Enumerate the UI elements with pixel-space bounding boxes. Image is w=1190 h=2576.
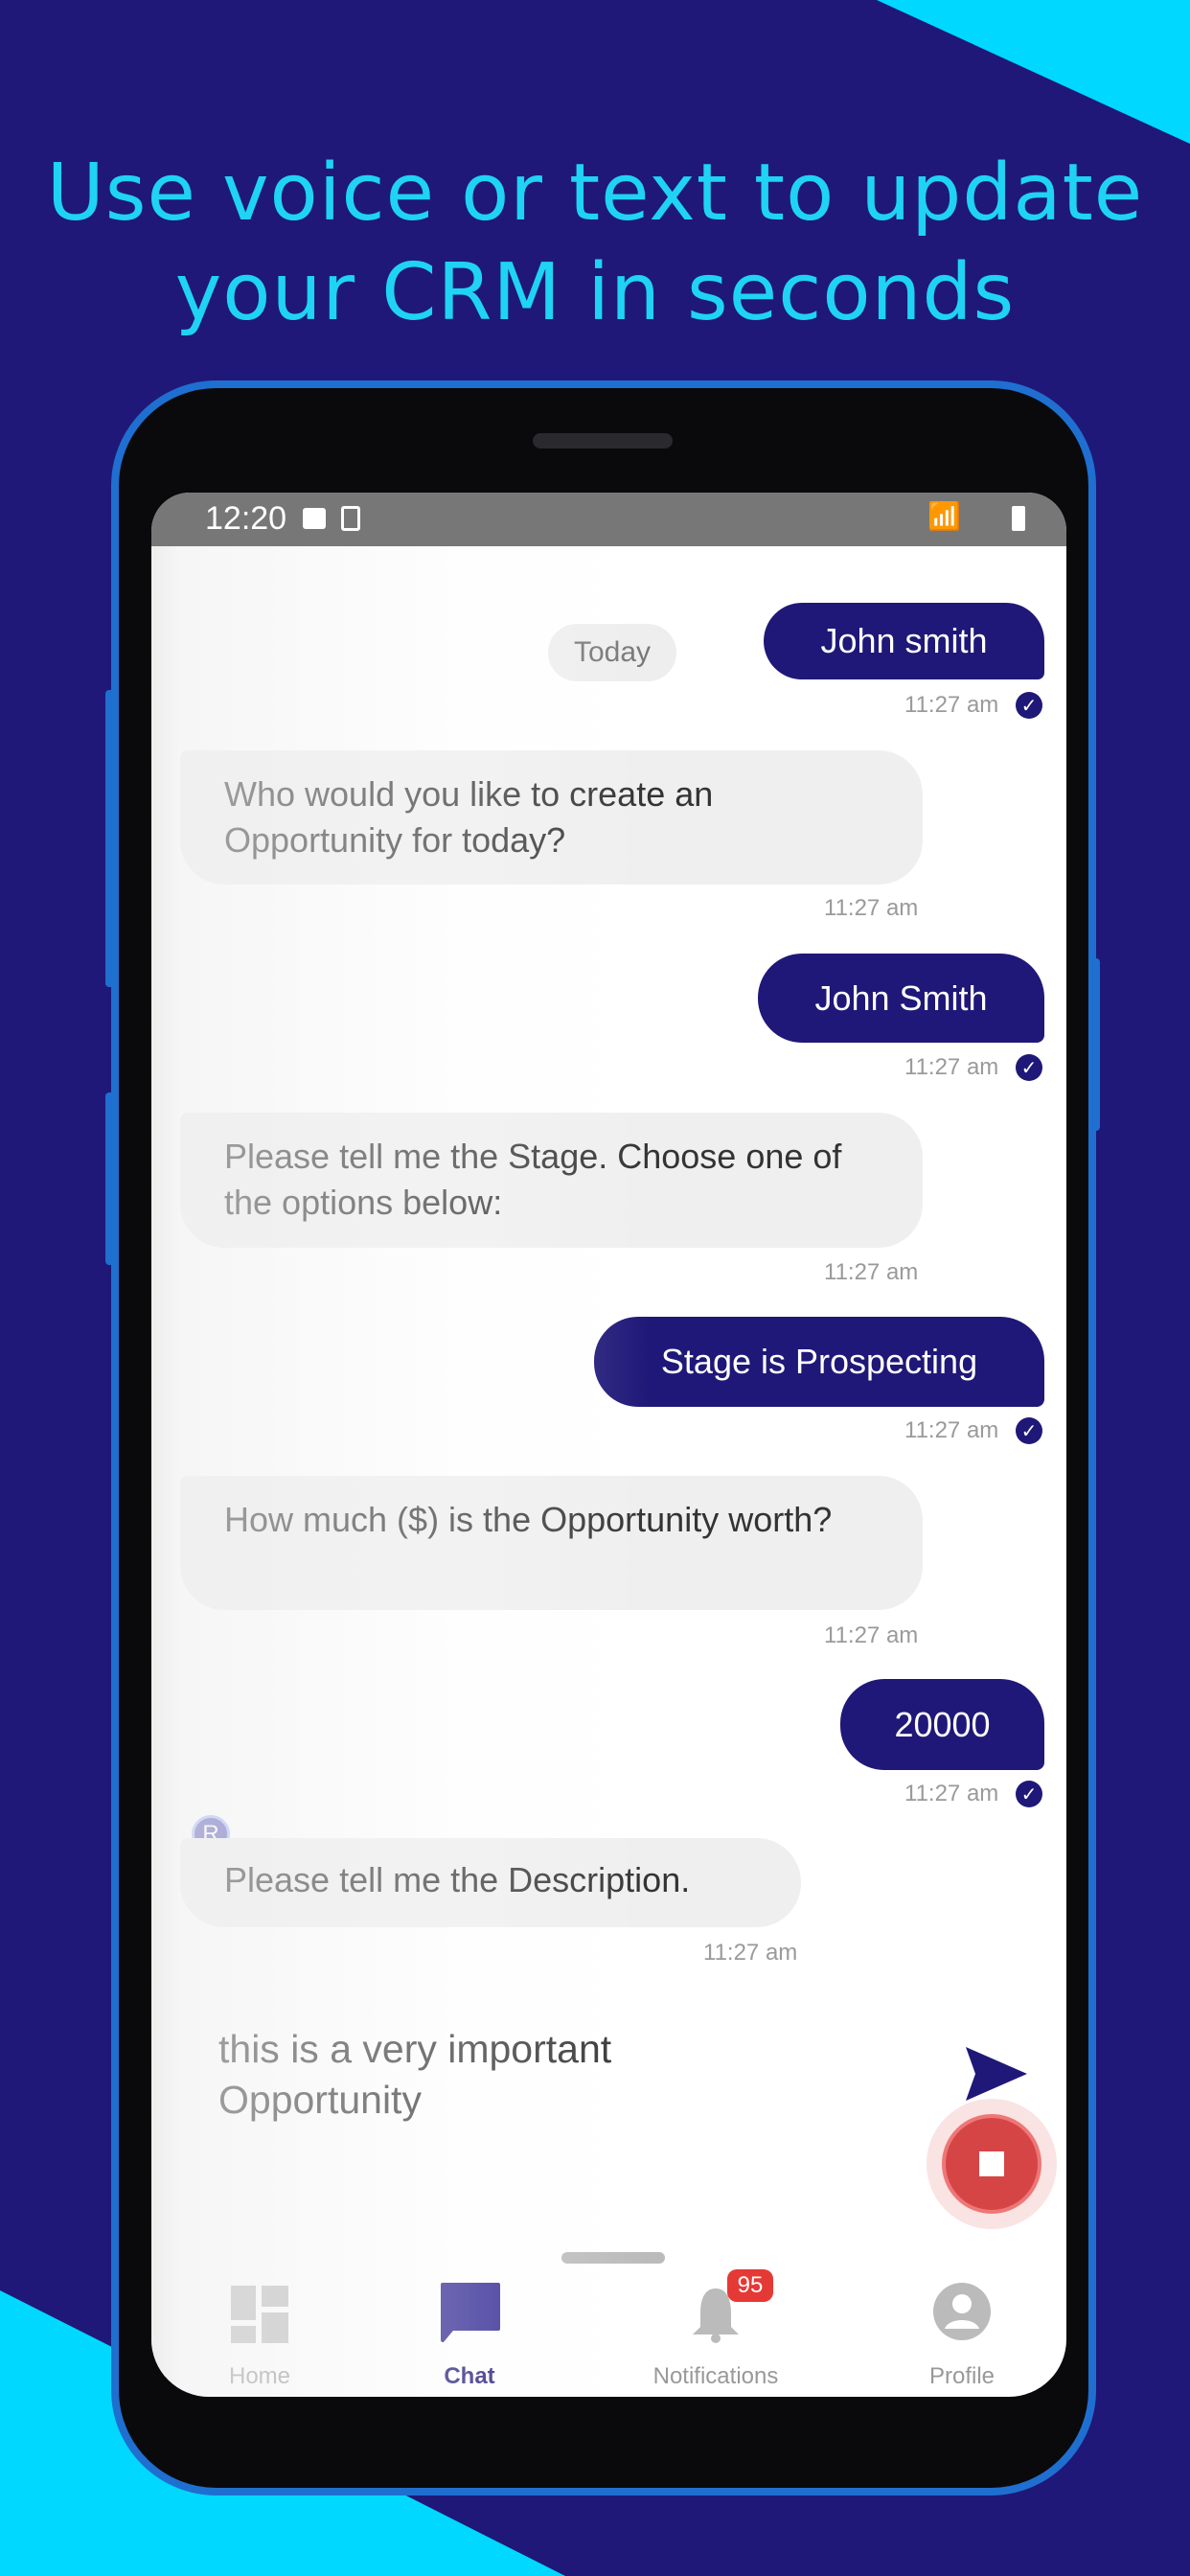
message-timestamp: 11:27 am [904,1417,999,1443]
message-bubble-user: Stage is Prospecting [594,1317,1044,1407]
read-check-icon: ✓ [1016,1417,1042,1444]
nav-item-profile[interactable]: Profile [866,2281,1058,2389]
read-check-icon: ✓ [1016,1781,1042,1807]
phone-speaker [533,433,673,448]
message-input[interactable]: this is a very important Opportunity [218,2024,812,2126]
nav-label: Home [228,2363,291,2389]
battery-icon [1012,506,1025,531]
message-bubble-bot: Please tell me the Description. [180,1838,801,1927]
message-bubble-user: 20000 [840,1679,1044,1770]
chat-icon [441,2283,500,2342]
message-timestamp: 11:27 am [703,1940,798,1966]
nav-label: Chat [444,2363,495,2389]
headline-line-2: your CRM in seconds [174,247,1016,338]
date-pill: Today [548,624,676,681]
nav-label: Notifications [652,2363,779,2389]
message-timestamp: 11:27 am [824,895,919,921]
nav-item-notifications[interactable]: 95 Notifications [620,2269,812,2389]
message-timestamp: 11:27 am [824,1622,919,1648]
dashboard-icon [231,2286,288,2343]
read-check-icon: ✓ [1016,1054,1042,1081]
send-icon[interactable] [962,2045,1029,2103]
message-bubble-user: John Smith [758,954,1044,1043]
wifi-icon: 📶 [927,501,961,531]
profile-icon [933,2283,991,2340]
message-bubble-bot: Who would you like to create an Opportun… [180,750,923,885]
message-bubble-user: John smith [764,603,1044,679]
phone-screen: 12:20 📶 Today John smith 11:27 am ✓ Who … [151,493,1066,2397]
message-timestamp: 11:27 am [904,692,999,718]
message-timestamp: 11:27 am [904,1781,999,1806]
message-bubble-bot: Please tell me the Stage. Choose one of … [180,1113,923,1248]
status-bar: 12:20 📶 [151,493,1066,546]
stop-icon [979,2151,1004,2176]
nav-item-chat[interactable]: Chat [374,2281,565,2389]
drag-handle[interactable] [561,2252,665,2264]
status-time: 12:20 [205,500,287,537]
nav-item-home[interactable]: Home [164,2281,355,2389]
image-icon [303,508,326,529]
nav-label: Profile [928,2363,995,2389]
headline-line-1: Use voice or text to update [46,148,1144,239]
message-timestamp: 11:27 am [824,1259,919,1285]
message-bubble-bot: How much ($) is the Opportunity worth? [180,1476,923,1610]
notification-badge: 95 [727,2269,773,2302]
message-timestamp: 11:27 am [904,1054,999,1080]
read-check-icon: ✓ [1016,692,1042,719]
screenshot-icon [341,506,360,531]
record-stop-button[interactable] [927,2099,1057,2229]
headline: Use voice or text to update your CRM in … [0,144,1190,343]
